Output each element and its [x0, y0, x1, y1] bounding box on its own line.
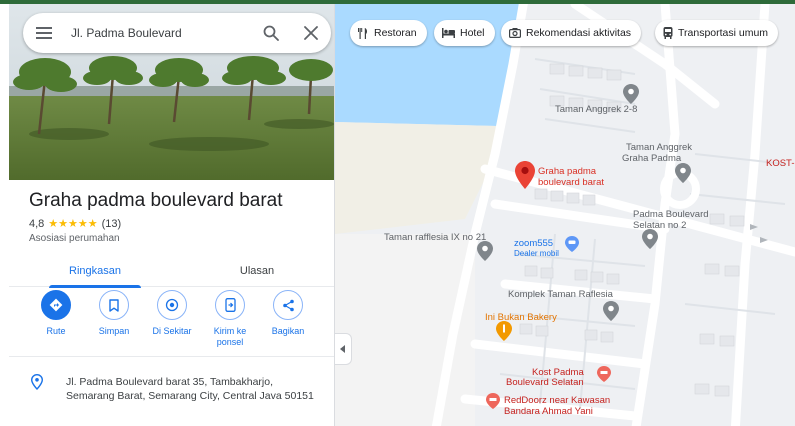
selected-place-pin-icon[interactable]	[515, 161, 535, 189]
nearby-label: Di Sekitar	[152, 326, 192, 336]
send-to-phone-circle	[215, 290, 245, 320]
nearby-circle	[157, 290, 187, 320]
search-icon	[263, 25, 279, 41]
address-text: Jl. Padma Boulevard barat 35, Tambakharj…	[66, 376, 314, 402]
bookmark-icon	[109, 298, 119, 312]
chip-restoran-label: Restoran	[374, 27, 417, 39]
chip-rekomendasi-label: Rekomendasi aktivitas	[526, 27, 632, 39]
map-label-zoom555-name: zoom555	[514, 238, 554, 249]
save-circle	[99, 290, 129, 320]
camera-icon	[509, 28, 521, 38]
directions-label: Rute	[46, 326, 66, 336]
restaurant-pin-icon[interactable]	[496, 321, 512, 341]
close-icon	[304, 26, 318, 40]
review-count[interactable]: (13)	[102, 218, 122, 230]
map-label-bakery[interactable]: Ini Bukan Bakery	[485, 312, 557, 323]
hotel-pin-icon[interactable]	[597, 366, 611, 382]
directions-icon	[49, 298, 63, 312]
chip-transportasi-label: Transportasi umum	[678, 27, 769, 39]
hamburger-menu-icon	[36, 27, 52, 39]
place-tabs: Ringkasan Ulasan	[9, 254, 334, 288]
directions-circle	[41, 290, 71, 320]
map-label-reddoorz-1[interactable]: RedDoorz near Kawasan	[504, 395, 610, 406]
map-label-padma-selatan-2[interactable]: Selatan no 2	[633, 220, 686, 231]
nearby-icon	[165, 298, 179, 312]
map-label-graha-padma[interactable]: Graha Padma	[622, 153, 681, 164]
chip-hotel[interactable]: Hotel	[434, 20, 495, 46]
map-label-zoom555-sub: Dealer mobil	[514, 249, 559, 258]
share-label: Bagikan	[271, 326, 305, 336]
nearby-button[interactable]: Di Sekitar	[141, 290, 203, 337]
send-to-phone-label: Kirim ke ponsel	[213, 326, 247, 347]
map-pin-icon[interactable]	[642, 229, 658, 249]
map-label-kost-edge[interactable]: KOST-	[766, 158, 795, 169]
map-pin-icon[interactable]	[675, 163, 691, 183]
top-strip	[0, 0, 795, 4]
map-label-selected-place-2[interactable]: boulevard barat	[538, 177, 604, 188]
chip-transportasi-umum[interactable]: Transportasi umum	[655, 20, 779, 46]
tab-ulasan[interactable]: Ulasan	[197, 254, 317, 287]
map-pin-icon[interactable]	[623, 84, 639, 104]
map-label-zoom555[interactable]: zoom555 Dealer mobil	[514, 238, 559, 258]
send-to-phone-button[interactable]: Kirim ke ponsel	[199, 290, 261, 348]
clear-search-button[interactable]	[291, 13, 331, 53]
map-label-taman-rafflesia[interactable]: Taman rafflesia IX no 21	[384, 232, 486, 243]
divider	[9, 356, 334, 357]
chip-rekomendasi-aktivitas[interactable]: Rekomendasi aktivitas	[501, 20, 642, 46]
map-pin-icon[interactable]	[477, 241, 493, 261]
action-buttons: Rute Simpan Di Sekitar Kirim ke ponsel B…	[9, 290, 334, 352]
place-panel: Jl. Padma Boulevard Graha padma boulevar…	[9, 4, 335, 426]
map-label-taman-anggrek-2[interactable]: Taman Anggrek 2-8	[555, 104, 637, 115]
directions-button[interactable]: Rute	[25, 290, 87, 337]
maps-app: Taman Anggrek 2-8 Taman Anggrek Graha Pa…	[0, 0, 795, 426]
map-pin-icon[interactable]	[603, 301, 619, 321]
map-label-selected-place-1[interactable]: Graha padma	[538, 166, 596, 177]
share-icon	[282, 299, 294, 311]
share-button[interactable]: Bagikan	[257, 290, 319, 337]
map-label-kost-padma-2[interactable]: Boulevard Selatan	[506, 377, 584, 388]
place-title: Graha padma boulevard barat	[29, 190, 283, 211]
save-button[interactable]: Simpan	[83, 290, 145, 337]
share-circle	[273, 290, 303, 320]
star-rating-icon: ★★★★★	[48, 218, 98, 230]
rating-row: 4,8 ★★★★★ (13)	[29, 217, 122, 231]
collapse-panel-button[interactable]	[335, 333, 352, 365]
map-label-taman-anggrek[interactable]: Taman Anggrek	[626, 142, 692, 153]
restaurant-icon	[358, 27, 369, 39]
chevron-left-icon	[340, 345, 345, 353]
map-label-reddoorz-2[interactable]: Bandara Ahmad Yani	[504, 406, 593, 417]
send-to-phone-icon	[224, 298, 236, 312]
rating-value: 4,8	[29, 217, 45, 230]
chip-hotel-label: Hotel	[460, 27, 485, 39]
place-category[interactable]: Asosiasi perumahan	[29, 233, 120, 244]
tab-ringkasan[interactable]: Ringkasan	[35, 254, 155, 288]
chip-restoran[interactable]: Restoran	[350, 20, 427, 46]
location-pin-icon	[31, 374, 43, 390]
map-label-padma-selatan-1[interactable]: Padma Boulevard	[633, 209, 709, 220]
transit-icon	[663, 27, 673, 39]
search-button[interactable]	[251, 13, 291, 53]
menu-button[interactable]	[23, 13, 65, 53]
hotel-pin-icon[interactable]	[486, 393, 500, 409]
hotel-icon	[442, 28, 455, 38]
search-input[interactable]: Jl. Padma Boulevard	[65, 26, 251, 40]
search-box[interactable]: Jl. Padma Boulevard	[23, 13, 331, 53]
save-label: Simpan	[98, 326, 130, 336]
map-base	[335, 4, 795, 426]
car-dealer-pin-icon[interactable]	[565, 236, 579, 252]
map-label-komplek[interactable]: Komplek Taman Raflesia	[508, 289, 613, 300]
map-canvas[interactable]	[335, 4, 795, 426]
